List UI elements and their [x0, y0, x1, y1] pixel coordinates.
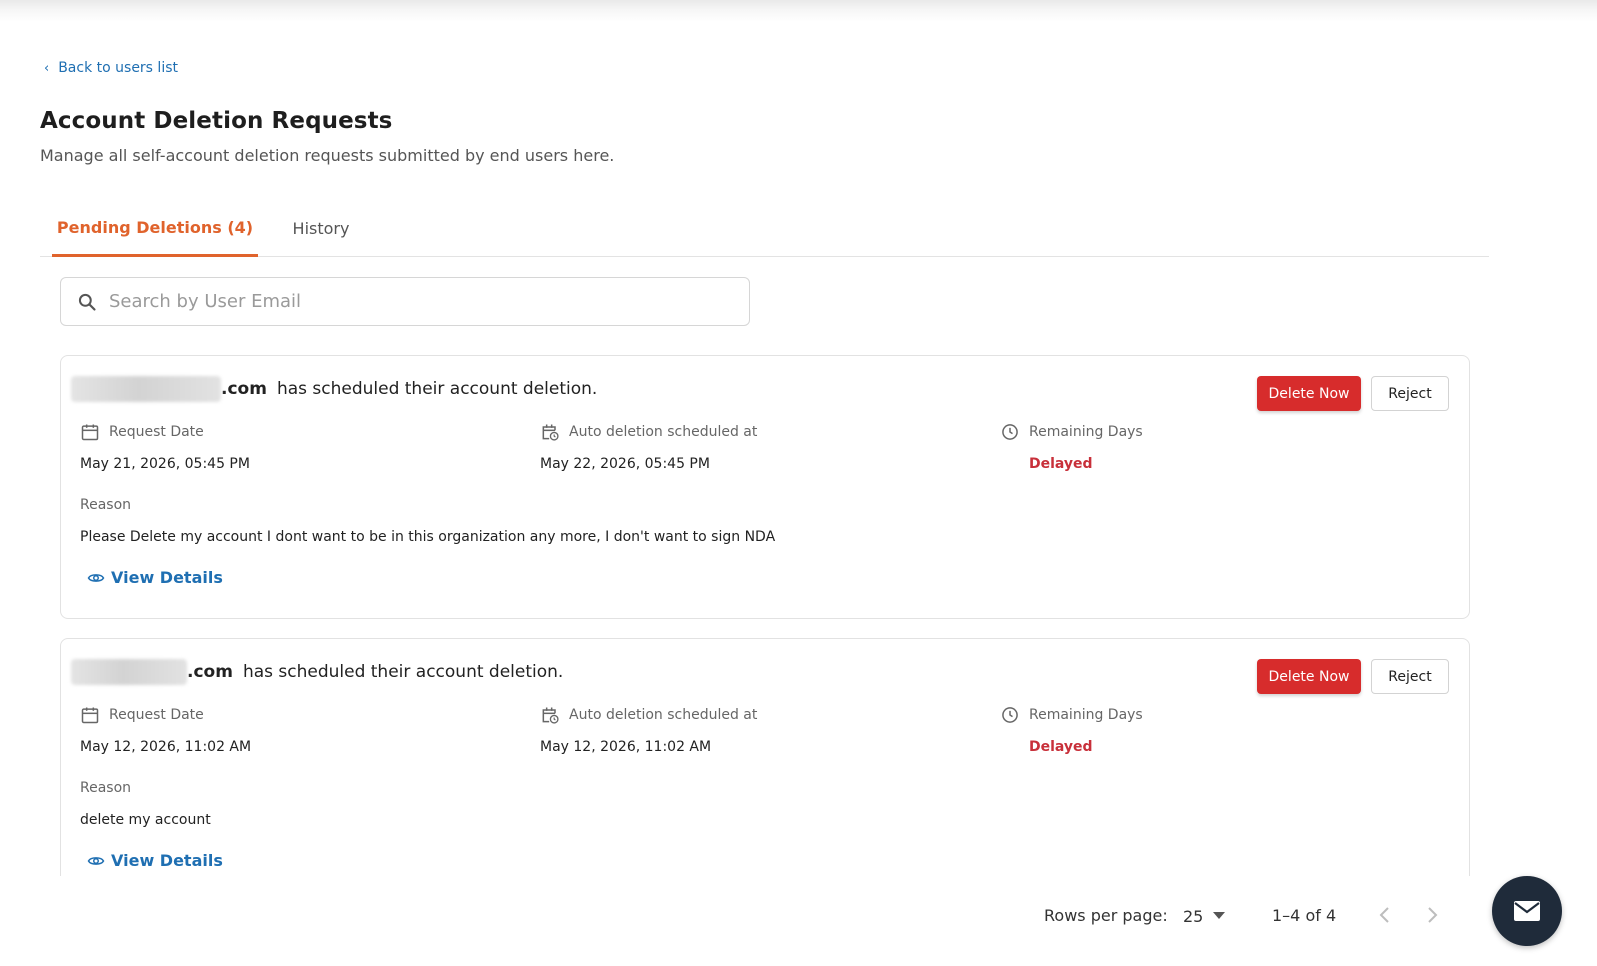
clock-icon [1002, 424, 1018, 440]
redacted-email [71, 659, 187, 685]
request-date-value: May 12, 2026, 11:02 AM [80, 739, 252, 755]
pagination-bar: Rows per page: 25 1–4 of 4 [0, 896, 1597, 936]
pagination-range: 1–4 of 4 [1272, 906, 1337, 925]
auto-deletion-value: May 22, 2026, 05:45 PM [540, 456, 710, 472]
reject-button[interactable]: Reject [1371, 659, 1449, 694]
delete-now-button[interactable]: Delete Now [1257, 376, 1361, 411]
next-page-button[interactable] [1418, 900, 1448, 930]
redacted-email [71, 376, 221, 402]
previous-page-button[interactable] [1369, 900, 1399, 930]
remaining-days-label: Remaining Days [1000, 705, 1143, 725]
remaining-days-label: Remaining Days [1000, 422, 1143, 442]
caret-down-icon [1213, 912, 1226, 919]
auto-deletion-label: Auto deletion scheduled at [540, 705, 757, 725]
chat-support-button[interactable] [1492, 876, 1562, 946]
back-link-label: Back to users list [58, 60, 178, 76]
deletion-request-card: .com has scheduled their account deletio… [60, 638, 1470, 876]
reason-text: delete my account [80, 812, 211, 828]
calendar-clock-icon [542, 424, 559, 441]
request-date-value: May 21, 2026, 05:45 PM [80, 456, 250, 472]
request-date-label: Request Date [80, 422, 204, 442]
email-domain: .com [187, 662, 233, 682]
eye-icon [87, 573, 105, 582]
tab-history[interactable]: History [272, 200, 370, 257]
reason-label: Reason [80, 780, 132, 796]
email-domain: .com [221, 379, 267, 399]
reason-label: Reason [80, 497, 132, 513]
auto-deletion-value: May 12, 2026, 11:02 AM [540, 739, 712, 755]
mail-icon [1514, 901, 1540, 921]
chevron-right-icon [1428, 907, 1438, 923]
deletion-request-card: .com has scheduled their account deletio… [60, 355, 1470, 619]
back-to-users-link[interactable]: ‹ Back to users list [44, 60, 178, 76]
reason-text: Please Delete my account I dont want to … [80, 529, 776, 545]
calendar-icon [81, 707, 99, 724]
delete-now-button[interactable]: Delete Now [1257, 659, 1361, 694]
remaining-days-value: Delayed [1029, 739, 1093, 755]
rows-per-page-value: 25 [1183, 906, 1204, 926]
tab-pending-deletions[interactable]: Pending Deletions (4) [52, 200, 258, 257]
auto-deletion-label: Auto deletion scheduled at [540, 422, 757, 442]
remaining-days-value: Delayed [1029, 456, 1093, 472]
page-title: Account Deletion Requests [40, 108, 393, 134]
requests-list[interactable]: .com has scheduled their account deletio… [0, 340, 1597, 876]
card-heading: .com has scheduled their account deletio… [71, 376, 597, 402]
calendar-icon [81, 424, 99, 441]
scheduled-text: has scheduled their account deletion. [276, 379, 598, 399]
chevron-left-icon [1379, 907, 1389, 923]
view-details-link[interactable]: View Details [87, 851, 223, 870]
clock-icon [1002, 707, 1018, 723]
rows-per-page-label: Rows per page: [1044, 906, 1168, 925]
scheduled-text: has scheduled their account deletion. [242, 662, 564, 682]
calendar-clock-icon [542, 707, 559, 724]
eye-icon [87, 856, 105, 865]
search-input[interactable] [109, 291, 709, 312]
chevron-left-icon: ‹ [44, 60, 50, 76]
search-icon [78, 293, 96, 311]
top-bar-shadow [0, 0, 1597, 22]
page-subtitle: Manage all self-account deletion request… [40, 146, 615, 165]
request-date-label: Request Date [80, 705, 204, 725]
search-box [60, 277, 750, 326]
rows-per-page-select[interactable]: 25 [1183, 902, 1226, 930]
reject-button[interactable]: Reject [1371, 376, 1449, 411]
tab-bar: Pending Deletions (4) History [40, 200, 1489, 257]
card-heading: .com has scheduled their account deletio… [71, 659, 563, 685]
view-details-link[interactable]: View Details [87, 568, 223, 587]
